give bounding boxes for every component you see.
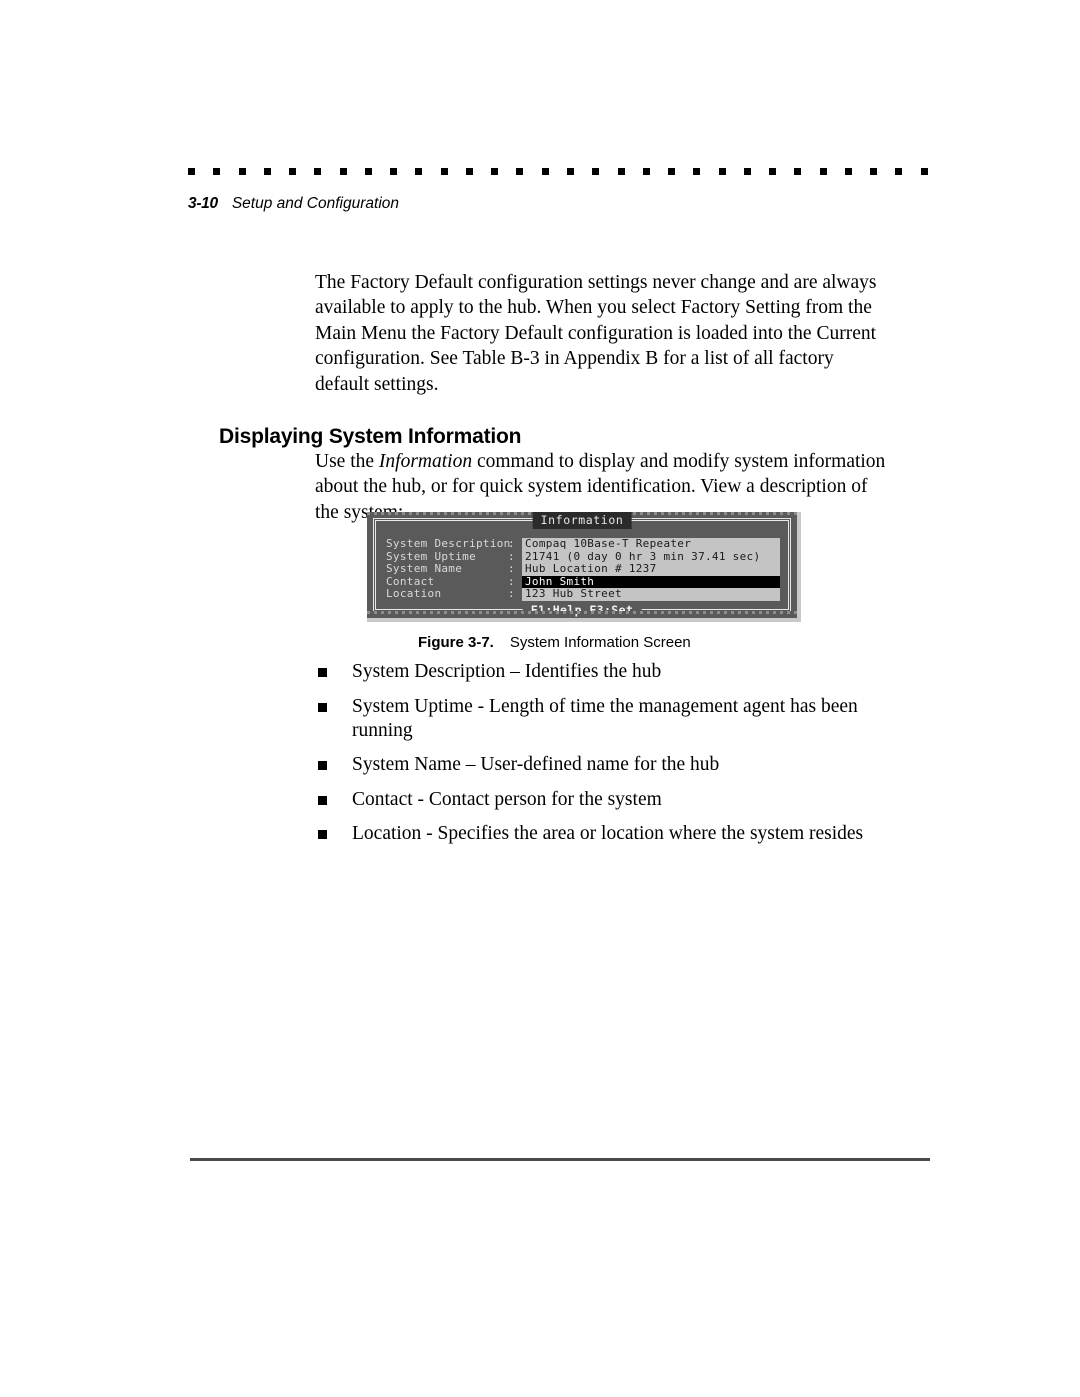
list-item: Contact - Contact person for the system	[318, 788, 918, 812]
header-rule-dot	[592, 168, 600, 175]
figure-system-information-screen: Information System Description: Compaq 10…	[367, 512, 801, 622]
header-text-line: 3-10 Setup and Configuration	[188, 195, 928, 213]
header-rule-dot	[895, 168, 903, 175]
header-rule-dot	[516, 168, 524, 175]
page-number: 3-10	[188, 195, 218, 212]
header-rule-dot	[794, 168, 802, 175]
terminal-bottom-edge	[367, 611, 797, 614]
terminal-title: Information	[532, 512, 632, 529]
header-rule-dot	[566, 168, 574, 175]
terminal-field-separator: :	[508, 537, 515, 550]
terminal-field-row[interactable]: Location:123 Hub Street	[386, 588, 780, 601]
header-rule-dot	[364, 168, 372, 175]
terminal-dialog-frame: Information System Description: Compaq 10…	[373, 512, 791, 618]
paragraph-lead-text: Use the	[315, 451, 379, 472]
list-item-label: System Description – Identifies the hub	[352, 661, 662, 682]
header-rule-dot	[339, 168, 347, 175]
header-rule-dot	[390, 168, 398, 175]
terminal-field-row[interactable]: System Description: Compaq 10Base-T Repea…	[386, 537, 780, 551]
header-rule-dot	[819, 168, 827, 175]
terminal-field-value[interactable]: 123 Hub Street	[522, 588, 780, 601]
header-rule-dot	[491, 168, 499, 175]
header-rule-dot	[769, 168, 777, 175]
header-rule-dot	[668, 168, 676, 175]
header-dotted-rule	[188, 168, 928, 175]
list-item: System Name – User-defined name for the …	[318, 753, 918, 777]
header-rule-dot	[844, 168, 852, 175]
list-item-label: System Uptime - Length of time the manag…	[352, 695, 858, 741]
header-rule-dot	[693, 168, 701, 175]
list-item: Location - Specifies the area or locatio…	[318, 822, 918, 846]
square-bullet-icon	[318, 668, 327, 677]
header-rule-dot	[465, 168, 473, 175]
square-bullet-icon	[318, 761, 327, 770]
header-rule-dot	[870, 168, 878, 175]
paragraph-factory-default: The Factory Default configuration settin…	[315, 272, 877, 395]
header-rule-dot	[718, 168, 726, 175]
page-header: 3-10 Setup and Configuration	[188, 168, 928, 213]
section-heading-displaying-system-information: Displaying System Information	[219, 425, 522, 449]
header-rule-dot	[238, 168, 246, 175]
bullet-list: System Description – Identifies the hub S…	[318, 660, 918, 857]
terminal-screen: Information System Description: Compaq 10…	[367, 512, 801, 622]
terminal-field-row[interactable]: System Name: Hub Location # 1237	[386, 563, 780, 576]
list-item-label: Location - Specifies the area or locatio…	[352, 823, 864, 844]
header-rule-dot	[289, 168, 297, 175]
square-bullet-icon	[318, 830, 327, 839]
terminal-field-label: System Name	[386, 562, 463, 576]
list-item-label: System Name – User-defined name for the …	[352, 754, 720, 775]
list-item: System Uptime - Length of time the manag…	[318, 695, 918, 743]
header-rule-dot	[440, 168, 448, 175]
terminal-field-list: System Description: Compaq 10Base-T Repea…	[386, 537, 780, 601]
header-rule-dot	[617, 168, 625, 175]
header-rule-dot	[415, 168, 423, 175]
header-rule-dot	[743, 168, 751, 175]
page-bottom-rule	[190, 1158, 930, 1161]
emphasis-information-command: Information	[378, 451, 473, 472]
square-bullet-icon	[318, 795, 327, 805]
header-rule-dot	[314, 168, 322, 175]
terminal-field-value[interactable]: Compaq 10Base-T Repeater	[522, 537, 780, 551]
header-rule-dot	[188, 168, 195, 175]
header-rule-dot	[263, 168, 271, 175]
terminal-field-label: Location	[386, 587, 442, 601]
header-rule-dot	[213, 168, 221, 175]
section-name: Setup and Configuration	[231, 195, 400, 212]
figure-caption-label: Figure 3-7.	[418, 634, 494, 651]
square-bullet-icon	[318, 702, 327, 712]
header-rule-dot	[920, 168, 928, 175]
header-rule-dot	[541, 168, 549, 175]
figure-caption: Figure 3-7. System Information Screen	[418, 634, 691, 651]
terminal-field-label: System Description	[386, 537, 511, 550]
header-rule-dot	[642, 168, 650, 175]
list-item-label: Contact - Contact person for the system	[352, 788, 662, 810]
list-item: System Description – Identifies the hub	[318, 660, 918, 684]
terminal-field-value[interactable]: Hub Location # 1237	[522, 563, 780, 576]
terminal-field-separator: :	[508, 587, 515, 601]
figure-caption-text: System Information Screen	[509, 634, 691, 651]
terminal-dialog-frame-inner: Information System Description: Compaq 10…	[375, 512, 789, 618]
terminal-field-separator: :	[508, 562, 515, 576]
